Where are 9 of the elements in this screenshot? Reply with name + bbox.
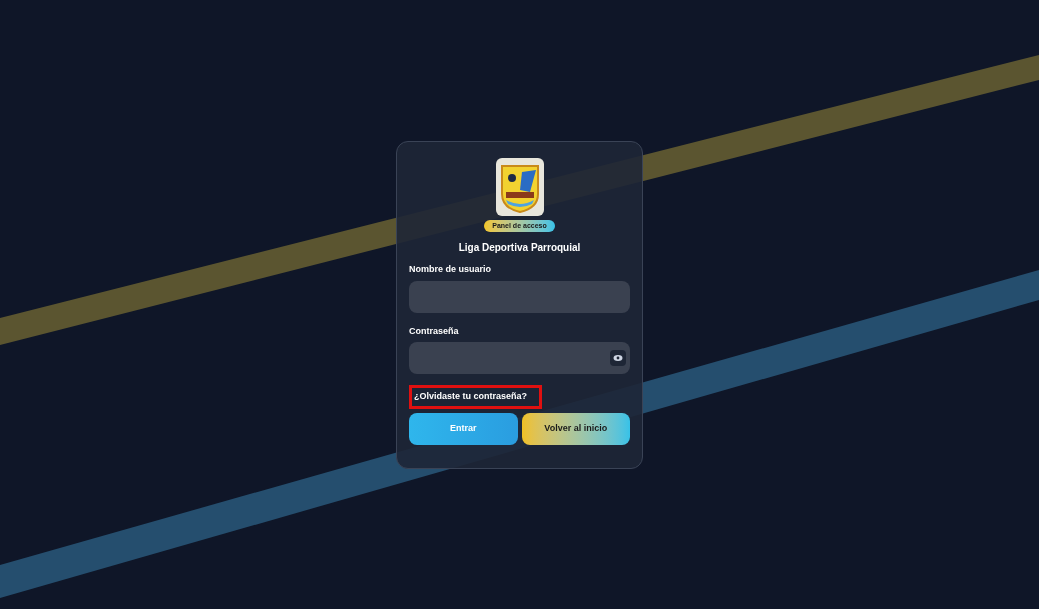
back-home-button[interactable]: Volver al inicio [521, 412, 630, 445]
field-label: Contraseña [409, 324, 460, 338]
card-title: Liga Deportiva Parroquial [458, 241, 581, 255]
forgot-password-link[interactable]: ¿Olvidaste tu contraseña? [409, 385, 543, 409]
password-field[interactable] [409, 342, 630, 374]
eye-icon[interactable] [610, 350, 626, 366]
crest-logo [495, 157, 544, 216]
username-field[interactable] [409, 280, 630, 313]
field-label: Nombre de usuario [409, 263, 492, 276]
